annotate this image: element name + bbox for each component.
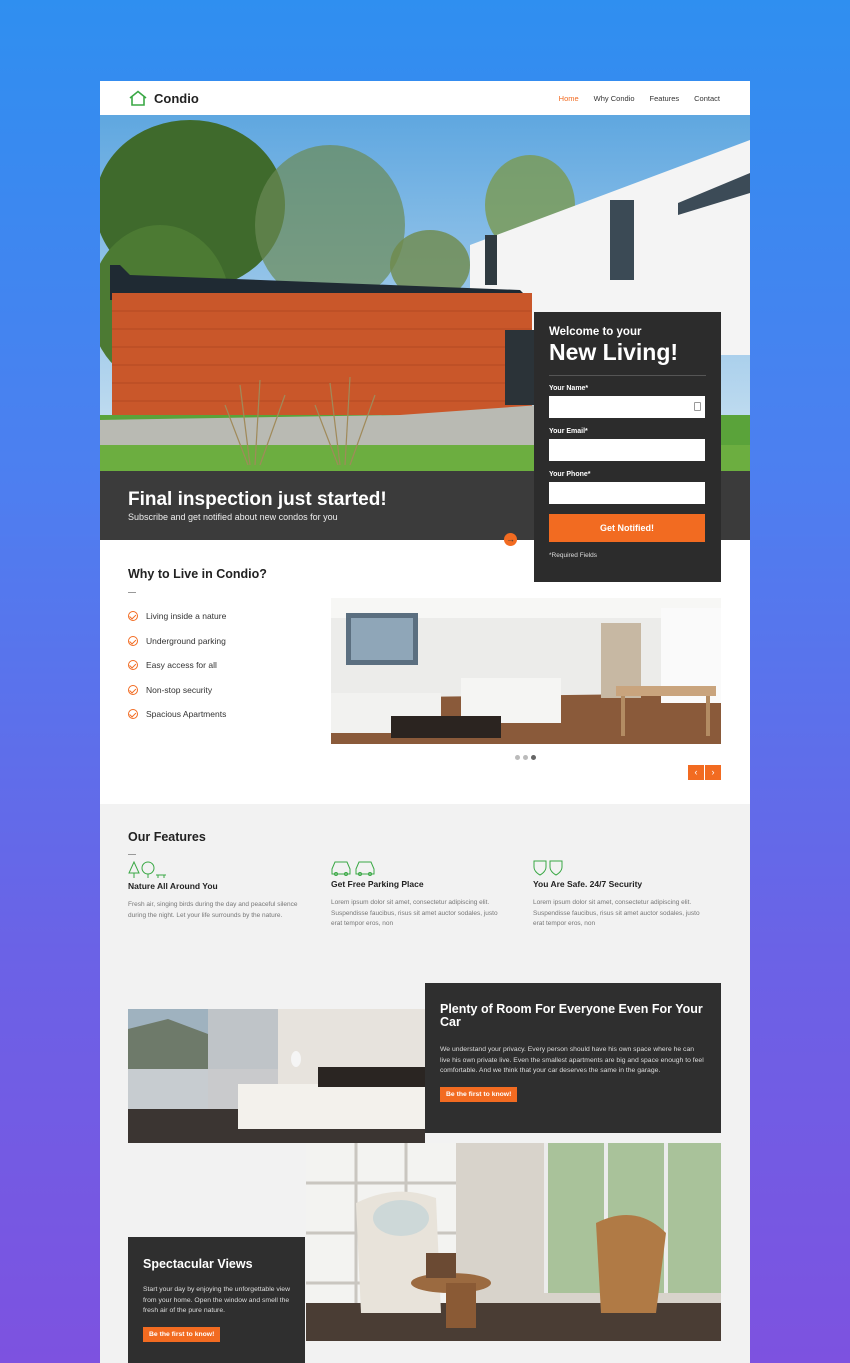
phone-label: Your Phone* [549,471,591,478]
room-title: Plenty of Room For Everyone Even For You… [440,1002,703,1029]
top-navbar: Condio Home Why Condio Features Contact [100,81,750,115]
divider [549,375,706,376]
feature-security: You Are Safe. 24/7 Security Lorem ipsum … [533,859,711,930]
trees-icon [128,860,306,879]
feature-text: Lorem ipsum dolor sit amet, consectetur … [533,899,700,927]
title-underline [128,592,136,593]
feature-text: Fresh air, singing birds during the day … [128,901,298,919]
check-circle-icon [128,660,138,671]
email-label: Your Email* [549,428,588,435]
list-item: Non-stop security [128,678,226,703]
features-title: Our Features [128,830,206,844]
slider-dots [515,755,536,760]
get-notified-button[interactable]: Get Notified! [549,514,705,542]
name-input[interactable] [549,396,705,418]
check-circle-icon [128,709,138,720]
nav-home[interactable]: Home [559,94,579,103]
views-title: Spectacular Views [143,1257,253,1271]
feature-parking: Get Free Parking Place Lorem ipsum dolor… [331,859,509,930]
nav-why-condio[interactable]: Why Condio [594,94,635,103]
hero-subtitle: Subscribe and get notified about new con… [128,512,338,522]
brand[interactable]: Condio [128,90,199,106]
house-logo-icon [129,90,147,106]
landing-page: Condio Home Why Condio Features Contact [100,81,750,1363]
lounge-photo [306,1143,721,1341]
slider-arrows: ‹ › [688,765,721,780]
list-item: Underground parking [128,629,226,654]
be-first-button[interactable]: Be the first to know! [143,1326,221,1342]
living-room-slide [331,598,721,744]
feature-text: Lorem ipsum dolor sit amet, consectetur … [331,899,498,927]
slider-dot[interactable] [515,755,520,760]
list-item: Easy access for all [128,653,226,678]
cars-icon [331,859,509,877]
brand-name: Condio [154,90,199,106]
list-item: Living inside a nature [128,604,226,629]
phone-input[interactable] [549,482,705,504]
hero: Final inspection just started! Subscribe… [100,115,750,582]
main-nav: Home Why Condio Features Contact [559,94,720,103]
signup-headline: New Living! [549,339,679,365]
name-label: Your Name* [549,385,589,392]
feature-title: Nature All Around You [128,881,218,891]
nav-contact[interactable]: Contact [694,94,720,103]
nav-features[interactable]: Features [650,94,680,103]
check-circle-icon [128,611,138,622]
check-circle-icon [128,684,138,695]
email-input[interactable] [549,439,705,461]
room-text: We understand your privacy. Every person… [440,1046,704,1074]
features-section: Our Features Nature All Around You Fresh… [100,804,750,1363]
title-underline [128,854,136,855]
hero-title: Final inspection just started! [128,489,387,510]
feature-title: You Are Safe. 24/7 Security [533,879,643,889]
signup-welcome: Welcome to your [549,326,642,338]
slider-dot[interactable] [523,755,528,760]
chevron-right-icon[interactable]: › [705,765,721,780]
why-title: Why to Live in Condio? [128,567,267,581]
list-item: Spacious Apartments [128,702,226,727]
contact-card-icon [694,402,701,411]
be-first-button[interactable]: Be the first to know! [440,1086,518,1102]
feature-title: Get Free Parking Place [331,879,424,889]
views-info-card: Spectacular Views Start your day by enjo… [128,1237,305,1363]
check-circle-icon [128,635,138,646]
views-text: Start your day by enjoying the unforgett… [143,1286,290,1314]
why-section: Why to Live in Condio? Living inside a n… [100,540,750,804]
chevron-left-icon[interactable]: ‹ [688,765,704,780]
bedroom-photo [128,1009,425,1143]
shields-icon [533,859,711,877]
slider-dot-active[interactable] [531,755,536,760]
room-info-card: Plenty of Room For Everyone Even For You… [425,983,721,1133]
feature-nature: Nature All Around You Fresh air, singing… [128,860,306,921]
why-list: Living inside a nature Underground parki… [128,604,226,727]
